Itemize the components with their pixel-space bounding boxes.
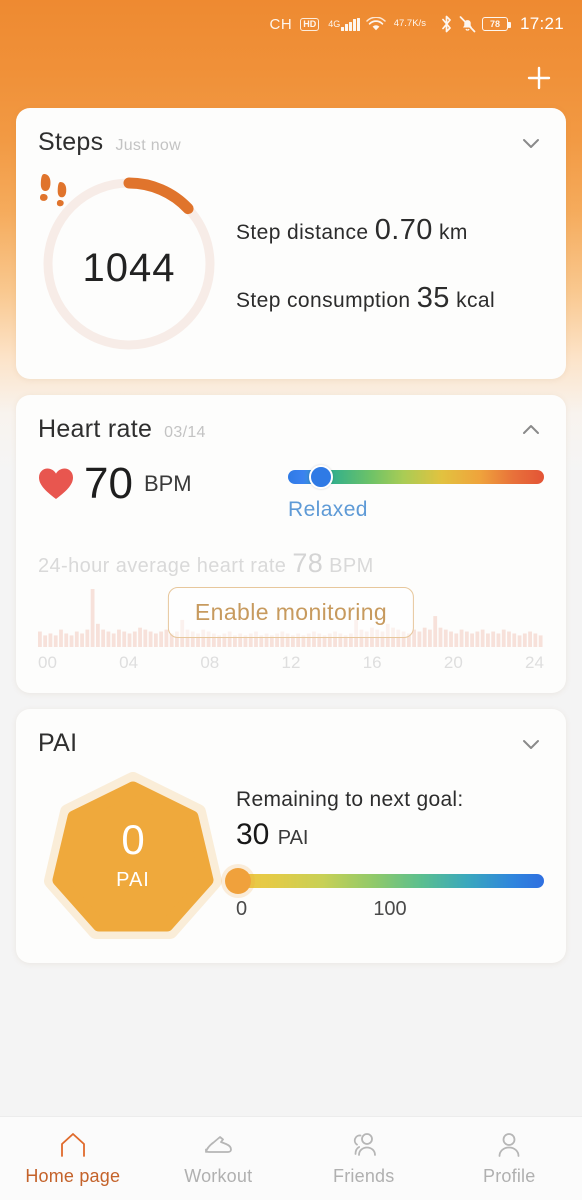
friends-icon bbox=[353, 1132, 376, 1156]
step-distance-unit: km bbox=[439, 220, 468, 244]
network-speed-value: 47.7 bbox=[393, 18, 413, 30]
tab-profile[interactable]: Profile bbox=[437, 1117, 582, 1200]
heart-icon bbox=[38, 467, 74, 501]
pai-badge: 0 PAI bbox=[38, 768, 228, 943]
tab-workout[interactable]: Workout bbox=[146, 1117, 292, 1200]
steps-card-header: Steps Just now bbox=[38, 128, 544, 157]
heart-rate-value: 70 bbox=[84, 459, 133, 508]
pai-badge-value: 0 bbox=[121, 816, 145, 863]
pai-scale: 0 100 bbox=[236, 898, 544, 924]
heart-rate-chart: Enable monitoring 00 04 08 12 16 20 24 bbox=[38, 581, 544, 673]
heart-rate-title: Heart rate bbox=[38, 415, 153, 443]
steps-count: 1044 bbox=[82, 245, 176, 290]
tab-workout-label: Workout bbox=[184, 1165, 253, 1186]
heart-rate-average-unit: BPM bbox=[329, 555, 374, 577]
person-icon bbox=[498, 1132, 520, 1157]
pai-goal-value: 30 bbox=[236, 817, 270, 851]
bell-muted-icon bbox=[459, 15, 476, 33]
pai-progress[interactable] bbox=[225, 867, 544, 894]
pai-body: 0 PAI Remaining to next goal: 30 PAI 0 1… bbox=[38, 768, 544, 943]
carrier-label: CH bbox=[269, 15, 293, 33]
shoe-icon bbox=[205, 1135, 233, 1153]
step-consumption-label: Step consumption bbox=[236, 289, 411, 312]
axis-tick-label: 24 bbox=[525, 653, 544, 672]
pai-goal-label: Remaining to next goal: bbox=[236, 787, 464, 811]
bottom-navigation: Home page Workout Friends Profile bbox=[0, 1116, 582, 1200]
pai-goal-unit: PAI bbox=[277, 826, 309, 849]
wifi-icon bbox=[365, 16, 386, 32]
chevron-down-icon bbox=[523, 138, 539, 148]
battery-level-label: 78 bbox=[489, 19, 500, 29]
heart-rate-zone-thumb[interactable] bbox=[309, 465, 334, 489]
pai-progress-bar[interactable] bbox=[236, 873, 544, 888]
pai-collapse-button[interactable] bbox=[518, 731, 544, 757]
heart-rate-average-value: 78 bbox=[292, 548, 324, 578]
steps-card[interactable]: Steps Just now 1044 Step distance 0.70 k… bbox=[16, 108, 566, 379]
axis-tick-label: 08 bbox=[200, 653, 220, 672]
content-scroll[interactable]: Steps Just now 1044 Step distance 0.70 k… bbox=[0, 108, 582, 963]
step-distance-value: 0.70 bbox=[374, 213, 433, 246]
step-consumption-unit: kcal bbox=[456, 289, 496, 312]
status-bar: CH HD 4G 47.7 K/s 78 17:21 bbox=[0, 0, 582, 48]
network-speed-unit: K/s bbox=[412, 18, 426, 30]
home-icon bbox=[60, 1132, 85, 1157]
pai-goal-section: Remaining to next goal: 30 PAI 0 100 bbox=[225, 787, 544, 924]
heart-rate-average-label: 24-hour average heart rate bbox=[38, 555, 287, 577]
heart-rate-date: 03/14 bbox=[164, 424, 206, 441]
pai-scale-max: 100 bbox=[373, 897, 407, 920]
heart-rate-unit: BPM bbox=[143, 471, 192, 496]
heart-rate-chart-axis: 00 04 08 12 16 20 24 bbox=[38, 653, 544, 673]
steps-timestamp: Just now bbox=[115, 137, 181, 154]
step-distance-label: Step distance bbox=[236, 220, 369, 244]
axis-tick-label: 00 bbox=[38, 653, 57, 672]
signal-bars-icon: 4G bbox=[325, 17, 360, 31]
axis-tick-label: 12 bbox=[281, 653, 301, 672]
plus-icon bbox=[527, 66, 551, 90]
heart-rate-main: 70 BPM Relaxed bbox=[38, 462, 544, 522]
pai-card[interactable]: PAI 0 PAI Remaining to next goal: 30 PAI… bbox=[16, 709, 566, 963]
steps-title: Steps bbox=[38, 128, 104, 156]
tab-friends[interactable]: Friends bbox=[291, 1117, 437, 1200]
add-button[interactable] bbox=[522, 61, 556, 95]
pai-progress-thumb[interactable] bbox=[225, 867, 251, 894]
steps-progress-ring: 1044 bbox=[34, 169, 224, 359]
hd-badge: HD bbox=[300, 17, 320, 31]
steps-stats: Step distance 0.70 km Step consumption 3… bbox=[224, 209, 544, 319]
tab-home-page[interactable]: Home page bbox=[0, 1117, 146, 1200]
tab-profile-label: Profile bbox=[483, 1165, 536, 1186]
pai-title: PAI bbox=[38, 729, 78, 757]
heart-rate-zone: Relaxed bbox=[288, 462, 544, 522]
pai-card-header: PAI bbox=[38, 729, 544, 758]
heart-rate-card[interactable]: Heart rate 03/14 70 BPM Relaxed 24-hour … bbox=[16, 395, 566, 693]
pai-scale-min: 0 bbox=[236, 897, 248, 920]
heart-rate-collapse-button[interactable] bbox=[518, 417, 544, 443]
chevron-down-icon bbox=[523, 739, 539, 749]
step-consumption-stat: Step consumption 35 kcal bbox=[236, 277, 544, 319]
enable-monitoring-button[interactable]: Enable monitoring bbox=[167, 587, 415, 638]
pai-badge-label: PAI bbox=[116, 869, 150, 891]
heart-rate-average: 24-hour average heart rate 78 BPM bbox=[38, 548, 544, 579]
steps-collapse-button[interactable] bbox=[518, 130, 544, 156]
tab-home-page-label: Home page bbox=[25, 1165, 121, 1186]
heart-rate-card-header: Heart rate 03/14 bbox=[38, 415, 544, 444]
heart-rate-reading: 70 BPM bbox=[38, 462, 288, 506]
pai-goal-value-row: 30 PAI bbox=[236, 818, 544, 852]
axis-tick-label: 04 bbox=[119, 653, 139, 672]
tab-friends-label: Friends bbox=[333, 1165, 395, 1186]
step-consumption-value: 35 bbox=[416, 282, 450, 314]
clock-label: 17:21 bbox=[519, 14, 564, 33]
bluetooth-icon bbox=[440, 15, 453, 33]
chevron-up-icon bbox=[523, 424, 539, 434]
step-distance-stat: Step distance 0.70 km bbox=[236, 209, 544, 251]
battery-indicator: 78 bbox=[481, 17, 511, 31]
axis-tick-label: 16 bbox=[362, 653, 382, 672]
heart-rate-zone-slider[interactable] bbox=[288, 465, 544, 489]
network-gen-label: 4G bbox=[328, 19, 341, 29]
app-header bbox=[0, 48, 582, 108]
heart-rate-state-label: Relaxed bbox=[288, 498, 368, 521]
network-speed: 47.7 K/s bbox=[394, 19, 426, 29]
steps-body: 1044 Step distance 0.70 km Step consumpt… bbox=[38, 163, 544, 359]
axis-tick-label: 20 bbox=[443, 653, 463, 672]
